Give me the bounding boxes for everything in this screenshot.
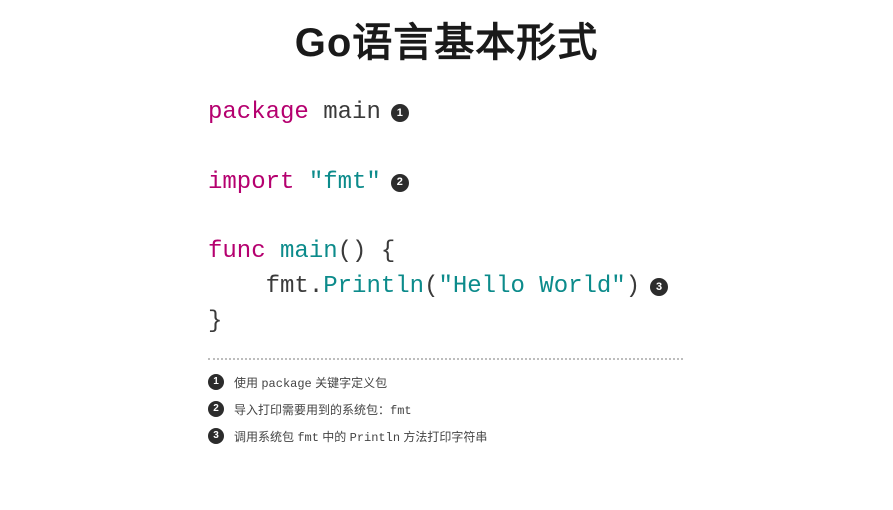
tok-plain: } — [208, 305, 222, 340]
note-text: 调用系统包 fmt 中的 Println 方法打印字符串 — [234, 428, 487, 445]
note-item: 2 导入打印需要用到的系统包：fmt — [208, 401, 893, 418]
annotation-badge-2: 2 — [391, 174, 409, 192]
tok-paren: ( — [424, 273, 438, 300]
tok-dot: . — [309, 273, 323, 300]
tok-keyword: import — [208, 169, 294, 196]
tok-indent — [208, 273, 266, 300]
tok-func-name: main — [266, 238, 338, 265]
tok-string: "Hello World" — [438, 273, 625, 300]
tok-plain: () { — [338, 238, 396, 265]
code-line-4: fmt.Println("Hello World") 3 — [208, 270, 893, 305]
tok-method: Println — [323, 273, 424, 300]
note-item: 3 调用系统包 fmt 中的 Println 方法打印字符串 — [208, 428, 893, 445]
tok-object: fmt — [266, 273, 309, 300]
code-line-3: func main() { — [208, 235, 893, 270]
tok-ident: main — [309, 99, 381, 126]
tok-keyword: package — [208, 99, 309, 126]
note-badge: 2 — [208, 401, 224, 417]
note-text: 使用 package 关键字定义包 — [234, 374, 387, 391]
code-blank — [208, 200, 893, 235]
code-line-5: } — [208, 305, 893, 340]
annotation-notes: 1 使用 package 关键字定义包 2 导入打印需要用到的系统包：fmt 3… — [208, 374, 893, 445]
code-block: package main 1 import "fmt" 2 func main(… — [208, 96, 893, 340]
code-line-1: package main 1 — [208, 96, 893, 131]
annotation-badge-3: 3 — [650, 278, 668, 296]
annotation-badge-1: 1 — [391, 104, 409, 122]
code-blank — [208, 131, 893, 166]
code-line-2: import "fmt" 2 — [208, 166, 893, 201]
note-item: 1 使用 package 关键字定义包 — [208, 374, 893, 391]
note-badge: 3 — [208, 428, 224, 444]
divider — [208, 358, 683, 360]
tok-string: "fmt" — [294, 169, 380, 196]
note-text: 导入打印需要用到的系统包：fmt — [234, 401, 412, 418]
tok-paren: ) — [626, 273, 640, 300]
page-title: Go语言基本形式 — [0, 10, 893, 68]
tok-keyword: func — [208, 238, 266, 265]
note-badge: 1 — [208, 374, 224, 390]
